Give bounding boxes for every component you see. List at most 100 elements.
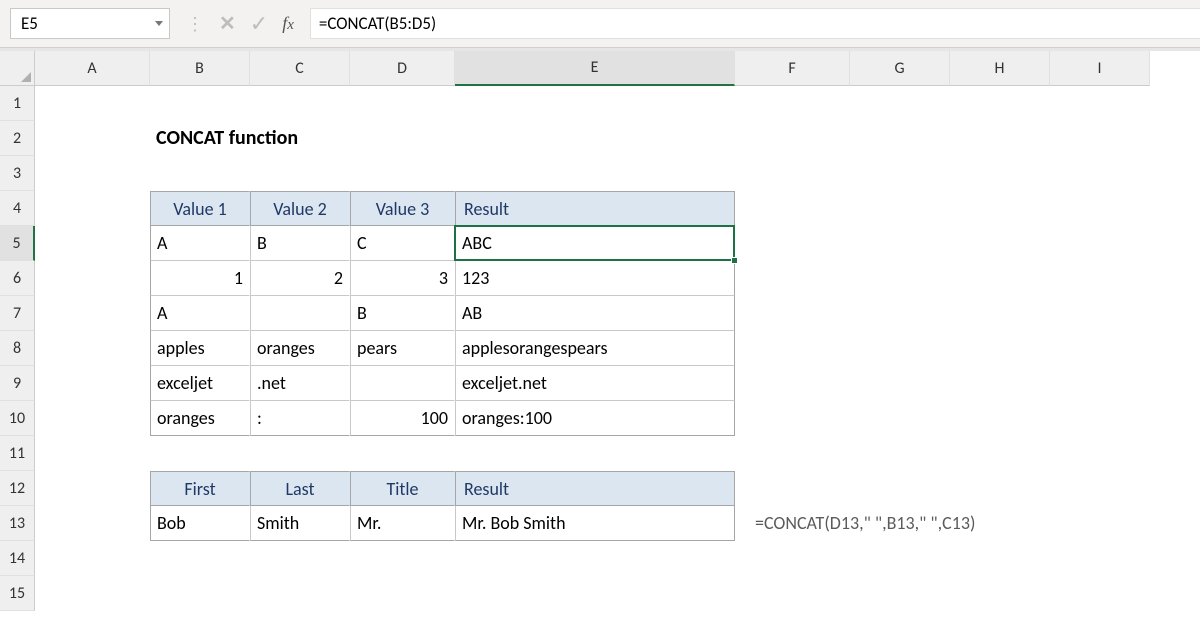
cell[interactable]	[35, 331, 150, 366]
cell[interactable]	[35, 191, 150, 226]
cell[interactable]	[850, 331, 950, 366]
table-header[interactable]: First	[150, 471, 250, 506]
cell[interactable]	[950, 436, 1050, 471]
cell[interactable]	[950, 576, 1050, 611]
data-cell[interactable]: oranges	[150, 401, 250, 436]
cell[interactable]	[350, 541, 455, 576]
cell[interactable]	[150, 436, 250, 471]
cell[interactable]	[1050, 86, 1150, 121]
data-cell[interactable]: pears	[350, 331, 455, 366]
row-header[interactable]: 4	[0, 191, 35, 226]
data-cell[interactable]: .net	[250, 366, 350, 401]
cell[interactable]	[735, 296, 850, 331]
table-header[interactable]: Result	[455, 191, 735, 226]
row-header[interactable]: 1	[0, 86, 35, 121]
column-header[interactable]: H	[950, 51, 1050, 86]
cell[interactable]	[1050, 401, 1150, 436]
cell[interactable]	[850, 576, 950, 611]
cell[interactable]	[35, 86, 150, 121]
formula-input[interactable]: =CONCAT(B5:D5)	[310, 8, 1200, 39]
cell[interactable]	[850, 191, 950, 226]
row-header[interactable]: 11	[0, 436, 35, 471]
result-cell[interactable]: exceljet.net	[455, 366, 735, 401]
data-cell[interactable]: Smith	[250, 506, 350, 541]
column-header[interactable]: C	[250, 51, 350, 86]
data-cell[interactable]: C	[350, 226, 455, 261]
row-header[interactable]: 3	[0, 156, 35, 191]
cell[interactable]	[950, 121, 1050, 156]
cancel-icon[interactable]: ✕	[219, 11, 236, 36]
cell[interactable]	[35, 121, 150, 156]
column-header[interactable]: B	[150, 51, 250, 86]
cell[interactable]	[735, 121, 850, 156]
column-header[interactable]: D	[350, 51, 455, 86]
cell[interactable]	[1050, 576, 1150, 611]
name-box[interactable]: E5	[10, 8, 170, 39]
cell[interactable]	[950, 471, 1050, 506]
cell[interactable]	[150, 86, 250, 121]
cell[interactable]	[735, 401, 850, 436]
cell[interactable]	[735, 86, 850, 121]
data-cell[interactable]: oranges	[250, 331, 350, 366]
cell[interactable]	[950, 261, 1050, 296]
table-header[interactable]: Value 2	[250, 191, 350, 226]
column-header[interactable]: E	[455, 51, 735, 86]
cell[interactable]	[850, 296, 950, 331]
cell[interactable]	[850, 541, 950, 576]
select-all-corner[interactable]	[0, 51, 35, 86]
cell[interactable]	[735, 261, 850, 296]
cell[interactable]	[735, 576, 850, 611]
data-cell[interactable]: 3	[350, 261, 455, 296]
row-header[interactable]: 10	[0, 401, 35, 436]
cell[interactable]	[35, 471, 150, 506]
cell[interactable]	[350, 156, 455, 191]
cell[interactable]	[35, 366, 150, 401]
table-header[interactable]: Title	[350, 471, 455, 506]
cell[interactable]	[35, 506, 150, 541]
cell[interactable]	[455, 576, 735, 611]
cell[interactable]	[455, 436, 735, 471]
cell[interactable]	[35, 401, 150, 436]
data-cell[interactable]	[250, 296, 350, 331]
cell[interactable]	[950, 156, 1050, 191]
cell[interactable]	[735, 436, 850, 471]
cell[interactable]	[35, 156, 150, 191]
column-header[interactable]: A	[35, 51, 150, 86]
cell[interactable]	[735, 156, 850, 191]
row-header[interactable]: 5	[0, 226, 35, 261]
row-header[interactable]: 8	[0, 331, 35, 366]
cell[interactable]	[850, 436, 950, 471]
cell[interactable]	[250, 576, 350, 611]
cell[interactable]	[1050, 226, 1150, 261]
cell[interactable]	[35, 576, 150, 611]
cell[interactable]	[350, 121, 455, 156]
data-cell[interactable]: exceljet	[150, 366, 250, 401]
row-header[interactable]: 2	[0, 121, 35, 156]
cell[interactable]	[850, 261, 950, 296]
data-cell[interactable]: B	[350, 296, 455, 331]
cell[interactable]	[850, 471, 950, 506]
cell[interactable]	[455, 156, 735, 191]
cell[interactable]	[1050, 541, 1150, 576]
cell[interactable]	[350, 576, 455, 611]
cell[interactable]	[150, 156, 250, 191]
cell[interactable]	[850, 156, 950, 191]
cell[interactable]	[35, 296, 150, 331]
cell[interactable]	[455, 86, 735, 121]
data-cell[interactable]: A	[150, 296, 250, 331]
cell[interactable]	[350, 86, 455, 121]
cell[interactable]	[950, 191, 1050, 226]
cell[interactable]	[1050, 471, 1150, 506]
result-cell[interactable]: Mr. Bob Smith	[455, 506, 735, 541]
data-cell[interactable]: 1	[150, 261, 250, 296]
data-cell[interactable]: :	[250, 401, 350, 436]
cell[interactable]	[1050, 506, 1150, 541]
table-header[interactable]: Value 1	[150, 191, 250, 226]
table-header[interactable]: Value 3	[350, 191, 455, 226]
cell[interactable]	[950, 226, 1050, 261]
cell[interactable]	[35, 261, 150, 296]
cell[interactable]	[735, 191, 850, 226]
cell[interactable]	[950, 296, 1050, 331]
cell[interactable]	[950, 506, 1050, 541]
cell[interactable]	[735, 331, 850, 366]
